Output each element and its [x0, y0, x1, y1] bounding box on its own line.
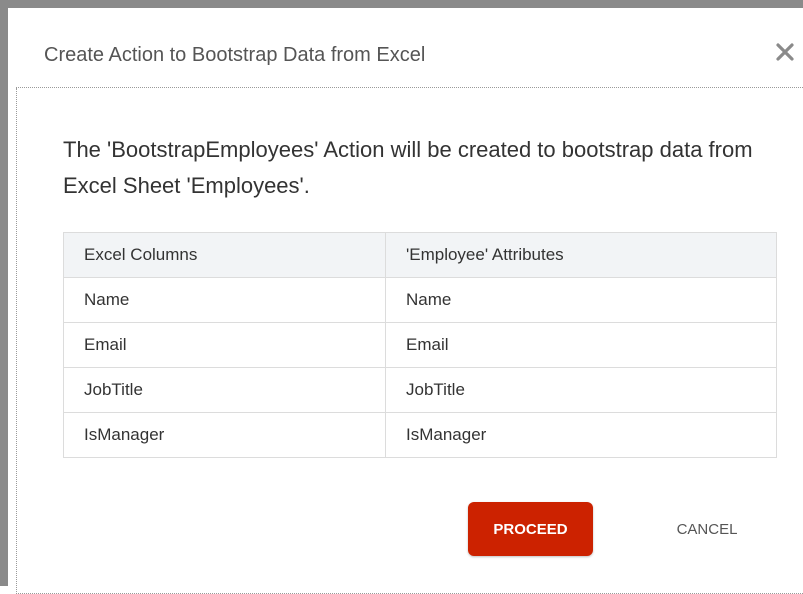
column-header-employee-attributes: 'Employee' Attributes — [385, 232, 777, 278]
column-header-excel-columns: Excel Columns — [63, 232, 386, 278]
dialog-header: Create Action to Bootstrap Data from Exc… — [16, 16, 803, 88]
dialog-message: The 'BootstrapEmployees' Action will be … — [63, 137, 753, 198]
dialog-title: Create Action to Bootstrap Data from Exc… — [44, 44, 426, 66]
window-frame: Create Action to Bootstrap Data from Exc… — [0, 0, 803, 594]
close-button[interactable] — [773, 40, 797, 64]
excel-column-cell: Email — [63, 322, 386, 368]
attribute-cell: IsManager — [385, 412, 777, 458]
cancel-button[interactable]: CANCEL — [647, 502, 767, 556]
table-row: IsManager IsManager — [63, 412, 777, 458]
proceed-button[interactable]: PROCEED — [468, 502, 593, 556]
excel-column-cell: IsManager — [63, 412, 386, 458]
attribute-cell: Name — [385, 277, 777, 323]
table-row: Name Name — [63, 277, 777, 323]
excel-column-cell: Name — [63, 277, 386, 323]
excel-column-cell: JobTitle — [63, 367, 386, 413]
mapping-table: Excel Columns 'Employee' Attributes Name… — [63, 232, 777, 458]
table-row: JobTitle JobTitle — [63, 367, 777, 413]
bootstrap-dialog: Create Action to Bootstrap Data from Exc… — [16, 16, 803, 594]
attribute-cell: Email — [385, 322, 777, 368]
attribute-cell: JobTitle — [385, 367, 777, 413]
dialog-body: The 'BootstrapEmployees' Action will be … — [16, 88, 803, 594]
table-header-row: Excel Columns 'Employee' Attributes — [63, 232, 777, 278]
table-row: Email Email — [63, 322, 777, 368]
close-icon — [776, 43, 794, 61]
